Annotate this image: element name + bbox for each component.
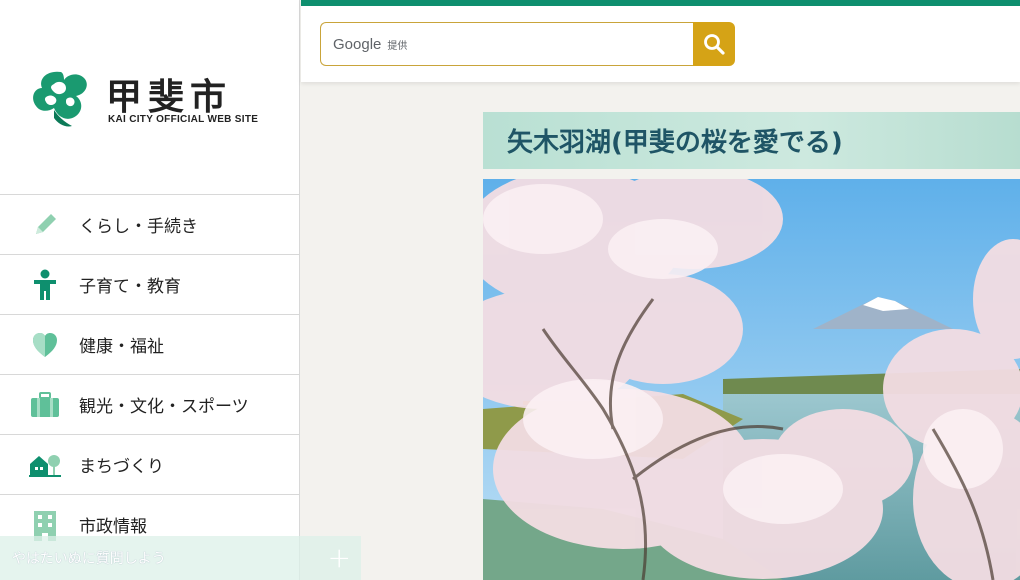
child-icon xyxy=(28,268,62,302)
nav-label: 健康・福祉 xyxy=(79,337,164,357)
main-nav: くらし・手続き 子育て・教育 健康・福祉 観光・文化・スポーツ まちづくり 市政… xyxy=(0,194,300,554)
logo-title: 甲斐市 xyxy=(106,77,233,118)
nav-item-health[interactable]: 健康・福祉 xyxy=(0,314,300,374)
search-input[interactable]: Google 提供 xyxy=(320,22,694,66)
nav-label: まちづくり xyxy=(79,457,164,477)
feature-banner[interactable]: 矢木羽湖(甲斐の桜を愛でる) xyxy=(483,112,1020,169)
cherry-blossom-lake-image xyxy=(483,179,1020,580)
feature-photo[interactable] xyxy=(483,179,1020,580)
nav-label: 観光・文化・スポーツ xyxy=(79,397,249,417)
nav-label: くらし・手続き xyxy=(79,217,198,237)
header-bar: Google 提供 xyxy=(301,0,1020,82)
search-button[interactable] xyxy=(693,22,735,66)
search-icon xyxy=(704,34,725,55)
nav-item-tourism[interactable]: 観光・文化・スポーツ xyxy=(0,374,300,434)
suitcase-icon xyxy=(28,388,62,422)
site-logo[interactable]: 甲斐市 KAI CITY OFFICIAL WEB SITE xyxy=(28,66,278,138)
nav-label: 子育て・教育 xyxy=(79,277,181,297)
nav-item-town[interactable]: まちづくり xyxy=(0,434,300,494)
pencil-icon xyxy=(28,208,62,242)
chatbot-prompt: やはたいぬに質問しよう xyxy=(12,551,166,567)
plus-icon[interactable]: + xyxy=(328,544,351,572)
chatbot-bar[interactable]: やはたいぬに質問しよう + xyxy=(0,536,361,580)
heart-icon xyxy=(28,328,62,362)
logo-subtitle: KAI CITY OFFICIAL WEB SITE xyxy=(108,114,259,125)
nav-item-living[interactable]: くらし・手続き xyxy=(0,194,300,254)
google-brand: Google xyxy=(333,35,382,53)
kai-city-logo-icon xyxy=(33,71,87,127)
nav-item-childcare[interactable]: 子育て・教育 xyxy=(0,254,300,314)
feature-title: 矢木羽湖(甲斐の桜を愛でる) xyxy=(507,128,843,158)
nav-label: 市政情報 xyxy=(79,517,147,537)
house-tree-icon xyxy=(28,448,62,482)
provided-label: 提供 xyxy=(387,40,408,52)
sidebar: 甲斐市 KAI CITY OFFICIAL WEB SITE くらし・手続き 子… xyxy=(0,0,300,580)
